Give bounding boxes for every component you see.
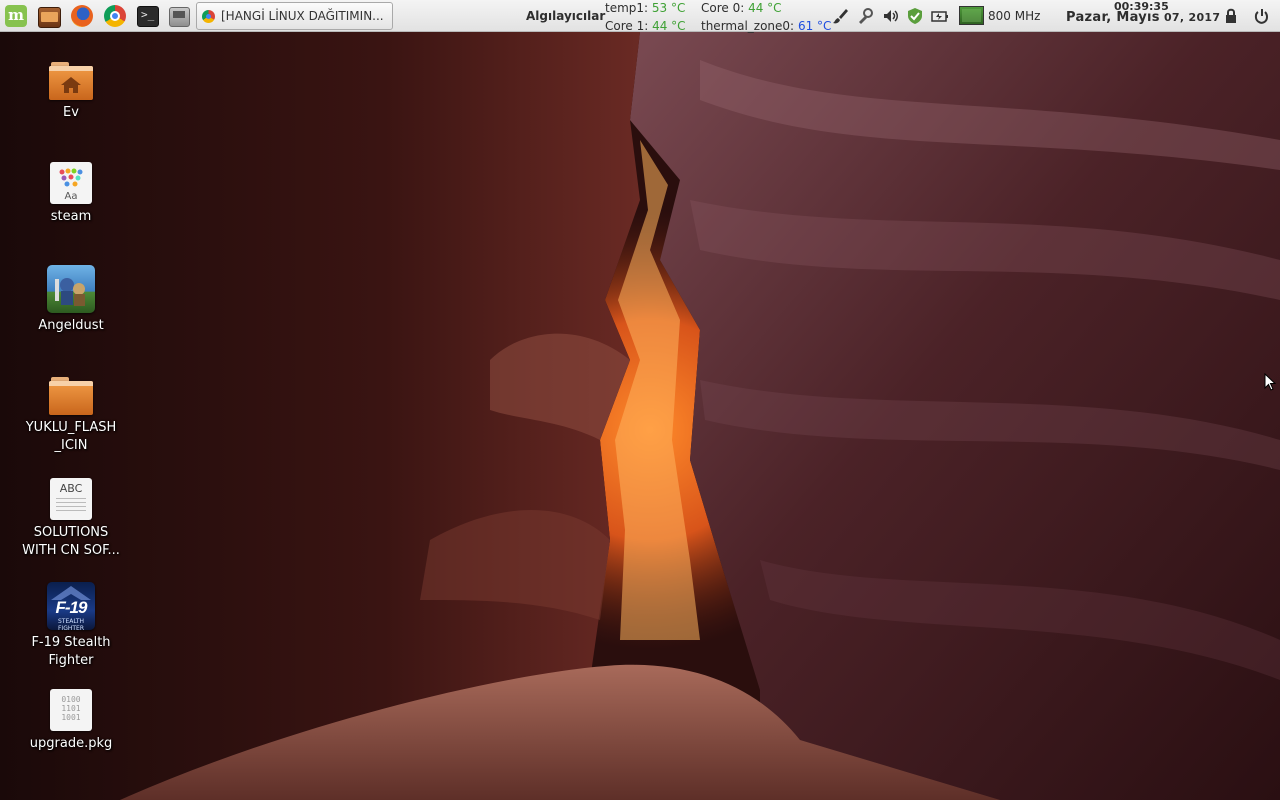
taskbar-window-title: [HANGİ LİNUX DAĞITIMIN... [221,9,384,23]
battery-icon[interactable] [931,7,949,25]
lock-icon[interactable] [1222,7,1240,25]
mouse-cursor-icon [1264,373,1276,391]
volume-icon[interactable] [882,7,900,25]
clock-date[interactable]: Pazar, Mayıs 07, 2017 [1066,10,1220,25]
text-document-icon: ABC [50,478,92,520]
sensor-core1: Core 1: 44 °C [605,19,686,33]
sensor-core0: Core 0: 44 °C [701,1,782,15]
chrome-icon [202,10,215,23]
power-icon[interactable] [1253,7,1271,25]
desktop-item-yuklu-flash[interactable]: YUKLU_FLASH _ICIN [21,377,121,455]
desktop-item-solutions-doc[interactable]: ABC SOLUTIONS WITH CN SOF... [21,478,121,560]
brush-icon[interactable] [831,7,849,25]
terminal-icon[interactable]: >_ [137,6,159,27]
disk-icon[interactable] [169,7,190,27]
settings-icon[interactable] [857,7,875,25]
cpu-frequency[interactable]: 800 MHz [988,9,1040,23]
sensor-temp1: temp1: 53 °C [605,1,686,15]
firefox-icon[interactable] [71,5,93,27]
binary-file-icon: 0100 1101 1001 [50,689,92,731]
shield-icon[interactable] [906,7,924,25]
desktop-item-steam[interactable]: Aa steam [21,162,121,226]
files-icon[interactable] [38,7,61,28]
cpu-graph-icon[interactable] [959,6,984,25]
desktop-wallpaper [0,0,1280,800]
angeldust-icon [47,265,95,313]
chrome-icon[interactable] [104,5,126,27]
font-file-icon: Aa [50,162,92,204]
mint-menu-icon[interactable]: m [5,5,27,27]
taskbar-window-chrome[interactable]: [HANGİ LİNUX DAĞITIMIN... [196,2,393,30]
f19-icon: F-19 STEALTH FIGHTER [47,582,95,630]
folder-icon [49,377,93,415]
sensors-applet-title[interactable]: Algılayıcılar [526,9,605,23]
top-panel: m >_ [HANGİ LİNUX DAĞITIMIN... Algılayıc… [0,0,1280,33]
desktop-item-f19[interactable]: F-19 STEALTH FIGHTER F-19 Stealth Fighte… [21,582,121,670]
desktop-item-angeldust[interactable]: Angeldust [21,265,121,335]
sensor-thermal-zone0: thermal_zone0: 61 °C [701,19,832,33]
desktop-item-upgrade-pkg[interactable]: 0100 1101 1001 upgrade.pkg [21,689,121,753]
home-folder-icon [49,62,93,100]
desktop-item-home[interactable]: Ev [21,62,121,122]
